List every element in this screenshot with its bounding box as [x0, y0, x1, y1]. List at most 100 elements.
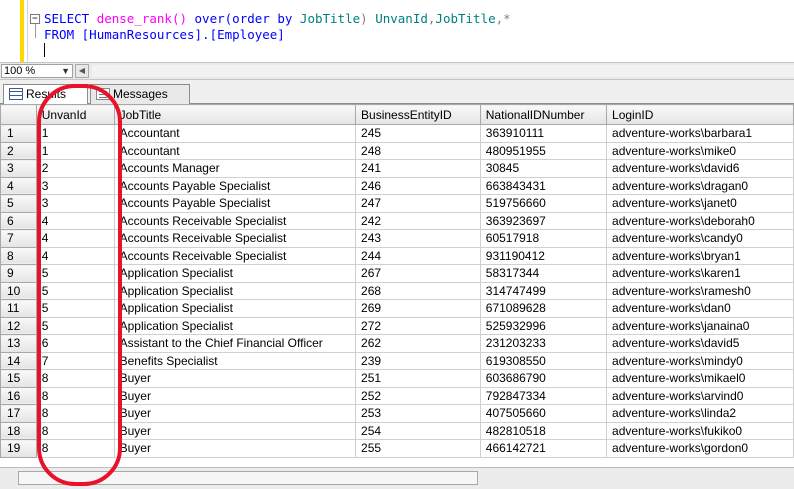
zoom-select[interactable]: 100 % ▼ — [1, 64, 73, 78]
cell-jobtitle[interactable]: Application Specialist — [113, 316, 357, 335]
cell-nationalidnumber[interactable]: 931190412 — [479, 246, 608, 265]
cell-nationalidnumber[interactable]: 314747499 — [479, 281, 608, 300]
table-row[interactable]: 17 8 Buyer 253 407505660 adventure-works\lind… — [0, 404, 794, 423]
row-number[interactable]: 14 — [0, 351, 37, 370]
cell-jobtitle[interactable]: Application Specialist — [113, 264, 357, 283]
cell-jobtitle[interactable]: Application Specialist — [113, 299, 357, 318]
cell-loginid[interactable]: adventure-works\janet0 — [606, 194, 794, 213]
cell-businessentityid[interactable]: 243 — [355, 229, 481, 248]
cell-unvanid[interactable]: 8 — [35, 369, 115, 388]
cell-nationalidnumber[interactable]: 792847334 — [479, 386, 608, 405]
table-row[interactable]: 12 5 Application Specialist 272 525932996 adv… — [0, 316, 794, 335]
cell-loginid[interactable]: adventure-works\arvind0 — [606, 386, 794, 405]
row-number[interactable]: 15 — [0, 369, 37, 388]
cell-businessentityid[interactable]: 267 — [355, 264, 481, 283]
table-row[interactable]: 6 4 Accounts Receivable Specialist 242 36392… — [0, 211, 794, 230]
cell-nationalidnumber[interactable]: 663843431 — [479, 176, 608, 195]
table-row[interactable]: 18 8 Buyer 254 482810518 adventure-works\fuki… — [0, 421, 794, 440]
cell-unvanid[interactable]: 8 — [35, 421, 115, 440]
table-row[interactable]: 1 1 Accountant 245 363910111 adventure-works\… — [0, 124, 794, 143]
cell-businessentityid[interactable]: 272 — [355, 316, 481, 335]
row-number[interactable]: 11 — [0, 299, 37, 318]
tab-results[interactable]: Results — [3, 84, 88, 105]
cell-loginid[interactable]: adventure-works\janaina0 — [606, 316, 794, 335]
scroll-left-icon[interactable]: ◀ — [75, 64, 89, 78]
corner-cell[interactable] — [0, 104, 37, 125]
query-text[interactable]: SELECT dense_rank() over(order by JobTit… — [44, 11, 511, 59]
grid-hscroll[interactable] — [0, 467, 794, 489]
cell-nationalidnumber[interactable]: 363923697 — [479, 211, 608, 230]
cell-nationalidnumber[interactable]: 619308550 — [479, 351, 608, 370]
cell-jobtitle[interactable]: Accounts Receivable Specialist — [113, 246, 357, 265]
cell-unvanid[interactable]: 3 — [35, 194, 115, 213]
cell-unvanid[interactable]: 2 — [35, 159, 115, 178]
cell-businessentityid[interactable]: 244 — [355, 246, 481, 265]
cell-jobtitle[interactable]: Buyer — [113, 404, 357, 423]
cell-businessentityid[interactable]: 245 — [355, 124, 481, 143]
cell-jobtitle[interactable]: Accountant — [113, 141, 357, 160]
row-number[interactable]: 7 — [0, 229, 37, 248]
results-grid[interactable]: UnvanId JobTitle BusinessEntityID Nation… — [0, 104, 794, 467]
cell-businessentityid[interactable]: 269 — [355, 299, 481, 318]
cell-businessentityid[interactable]: 241 — [355, 159, 481, 178]
scroll-thumb[interactable] — [18, 471, 478, 485]
cell-unvanid[interactable]: 5 — [35, 316, 115, 335]
row-number[interactable]: 4 — [0, 176, 37, 195]
cell-jobtitle[interactable]: Accounts Manager — [113, 159, 357, 178]
cell-jobtitle[interactable]: Benefits Specialist — [113, 351, 357, 370]
row-number[interactable]: 12 — [0, 316, 37, 335]
cell-loginid[interactable]: adventure-works\gordon0 — [606, 439, 794, 458]
cell-unvanid[interactable]: 5 — [35, 299, 115, 318]
editor-hscroll-track[interactable] — [92, 65, 794, 77]
cell-nationalidnumber[interactable]: 58317344 — [479, 264, 608, 283]
cell-businessentityid[interactable]: 239 — [355, 351, 481, 370]
row-number[interactable]: 18 — [0, 421, 37, 440]
cell-loginid[interactable]: adventure-works\dan0 — [606, 299, 794, 318]
cell-nationalidnumber[interactable]: 363910111 — [479, 124, 608, 143]
table-row[interactable]: 9 5 Application Specialist 267 58317344 adven… — [0, 264, 794, 283]
cell-jobtitle[interactable]: Accounts Receivable Specialist — [113, 229, 357, 248]
cell-unvanid[interactable]: 5 — [35, 264, 115, 283]
row-number[interactable]: 8 — [0, 246, 37, 265]
row-number[interactable]: 1 — [0, 124, 37, 143]
cell-businessentityid[interactable]: 268 — [355, 281, 481, 300]
cell-loginid[interactable]: adventure-works\barbara1 — [606, 124, 794, 143]
table-row[interactable]: 15 8 Buyer 251 603686790 adventure-works\mika… — [0, 369, 794, 388]
table-row[interactable]: 8 4 Accounts Receivable Specialist 244 93119… — [0, 246, 794, 265]
cell-loginid[interactable]: adventure-works\linda2 — [606, 404, 794, 423]
cell-unvanid[interactable]: 6 — [35, 334, 115, 353]
column-header-unvanid[interactable]: UnvanId — [35, 104, 115, 125]
column-header-loginid[interactable]: LoginID — [606, 104, 794, 125]
cell-nationalidnumber[interactable]: 603686790 — [479, 369, 608, 388]
table-row[interactable]: 16 8 Buyer 252 792847334 adventure-works\arvi… — [0, 386, 794, 405]
table-row[interactable]: 4 3 Accounts Payable Specialist 246 66384343… — [0, 176, 794, 195]
row-number[interactable]: 13 — [0, 334, 37, 353]
cell-unvanid[interactable]: 3 — [35, 176, 115, 195]
row-number[interactable]: 6 — [0, 211, 37, 230]
cell-loginid[interactable]: adventure-works\fukiko0 — [606, 421, 794, 440]
cell-nationalidnumber[interactable]: 480951955 — [479, 141, 608, 160]
cell-nationalidnumber[interactable]: 231203233 — [479, 334, 608, 353]
column-header-nationalidnumber[interactable]: NationalIDNumber — [479, 104, 608, 125]
cell-jobtitle[interactable]: Buyer — [113, 421, 357, 440]
cell-nationalidnumber[interactable]: 519756660 — [479, 194, 608, 213]
cell-businessentityid[interactable]: 242 — [355, 211, 481, 230]
cell-unvanid[interactable]: 1 — [35, 124, 115, 143]
cell-nationalidnumber[interactable]: 671089628 — [479, 299, 608, 318]
cell-businessentityid[interactable]: 248 — [355, 141, 481, 160]
table-row[interactable]: 5 3 Accounts Payable Specialist 247 51975666… — [0, 194, 794, 213]
cell-nationalidnumber[interactable]: 407505660 — [479, 404, 608, 423]
cell-jobtitle[interactable]: Accounts Receivable Specialist — [113, 211, 357, 230]
cell-unvanid[interactable]: 5 — [35, 281, 115, 300]
table-row[interactable]: 7 4 Accounts Receivable Specialist 243 60517… — [0, 229, 794, 248]
row-number[interactable]: 17 — [0, 404, 37, 423]
cell-jobtitle[interactable]: Accounts Payable Specialist — [113, 176, 357, 195]
cell-nationalidnumber[interactable]: 525932996 — [479, 316, 608, 335]
cell-nationalidnumber[interactable]: 482810518 — [479, 421, 608, 440]
table-row[interactable]: 19 8 Buyer 255 466142721 adventure-works\gord… — [0, 439, 794, 458]
cell-jobtitle[interactable]: Buyer — [113, 439, 357, 458]
cell-loginid[interactable]: adventure-works\david5 — [606, 334, 794, 353]
cell-unvanid[interactable]: 1 — [35, 141, 115, 160]
cell-jobtitle[interactable]: Accountant — [113, 124, 357, 143]
cell-unvanid[interactable]: 7 — [35, 351, 115, 370]
